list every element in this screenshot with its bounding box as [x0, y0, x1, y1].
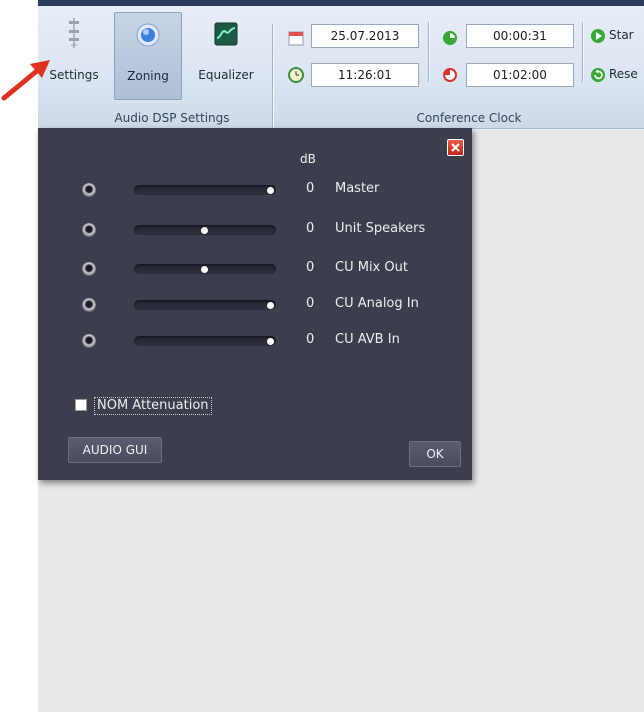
volume-slider-track[interactable]	[134, 300, 276, 310]
mute-knob-icon[interactable]	[82, 334, 96, 348]
clock-icon	[288, 67, 304, 83]
mute-knob-icon[interactable]	[82, 298, 96, 312]
elapsed-timer-icon	[442, 30, 458, 46]
zoning-orb-icon	[136, 23, 160, 47]
equalizer-label: Equalizer	[198, 68, 254, 82]
reset-icon	[590, 67, 606, 83]
clock-separator	[428, 22, 429, 82]
nom-attenuation-checkbox[interactable]	[75, 399, 87, 411]
volume-slider-track[interactable]	[134, 185, 276, 195]
ok-button[interactable]: OK	[409, 441, 461, 467]
equalizer-button[interactable]: Equalizer	[188, 12, 264, 100]
channel-name: Master	[335, 181, 380, 196]
remaining-timer-icon	[442, 67, 458, 83]
audio-gui-button[interactable]: AUDIO GUI	[68, 437, 162, 463]
channel-db-value: 0	[306, 296, 315, 311]
volume-slider-track[interactable]	[134, 336, 276, 346]
elapsed-time-field[interactable]: 00:00:31	[466, 24, 574, 48]
start-button[interactable]: Star	[590, 27, 644, 47]
channel-db-value: 0	[306, 260, 315, 275]
channel-db-value: 0	[306, 221, 315, 236]
volume-slider-thumb[interactable]	[201, 265, 208, 273]
volume-slider-thumb[interactable]	[201, 226, 208, 234]
channel-name: CU Mix Out	[335, 260, 408, 275]
volume-slider-thumb[interactable]	[267, 186, 274, 194]
audio-dsp-group-caption: Audio DSP Settings	[114, 111, 230, 125]
sliders-icon	[62, 18, 86, 48]
volume-slider-thumb[interactable]	[267, 337, 274, 345]
volume-slider-track[interactable]	[134, 264, 276, 274]
channel-name: CU AVB In	[335, 332, 400, 347]
date-field[interactable]: 25.07.2013	[311, 24, 419, 48]
ribbon-separator	[272, 24, 273, 128]
close-icon[interactable]	[447, 139, 464, 156]
channel-name: Unit Speakers	[335, 221, 426, 236]
mute-knob-icon[interactable]	[82, 223, 96, 237]
zoning-dialog: dB 0 Master 0 Unit Speakers 0 CU Mix Out 0 CU A…	[38, 128, 472, 480]
volume-slider-track[interactable]	[134, 225, 276, 235]
reset-button[interactable]: Rese	[590, 66, 644, 86]
zoning-button[interactable]: Zoning	[114, 12, 182, 100]
channel-db-value: 0	[306, 332, 315, 347]
channel-name: CU Analog In	[335, 296, 419, 311]
annotation-arrow-icon	[0, 52, 56, 102]
remaining-time-field[interactable]: 01:02:00	[466, 63, 574, 87]
time-field[interactable]: 11:26:01	[311, 63, 419, 87]
reset-label: Rese	[609, 67, 638, 81]
calendar-icon	[288, 30, 304, 46]
equalizer-icon	[214, 22, 238, 46]
start-label: Star	[609, 28, 634, 42]
channel-db-value: 0	[306, 181, 315, 196]
mute-knob-icon[interactable]	[82, 262, 96, 276]
clock-separator-2	[582, 22, 583, 82]
conference-clock-group-caption: Conference Clock	[416, 111, 522, 125]
zoning-label: Zoning	[127, 69, 169, 83]
ribbon-top-border	[38, 0, 644, 6]
nom-attenuation-label[interactable]: NOM Attenuation	[94, 397, 212, 415]
volume-slider-thumb[interactable]	[267, 301, 274, 309]
mute-knob-icon[interactable]	[82, 183, 96, 197]
db-column-header: dB	[300, 152, 316, 166]
play-icon	[590, 28, 606, 44]
